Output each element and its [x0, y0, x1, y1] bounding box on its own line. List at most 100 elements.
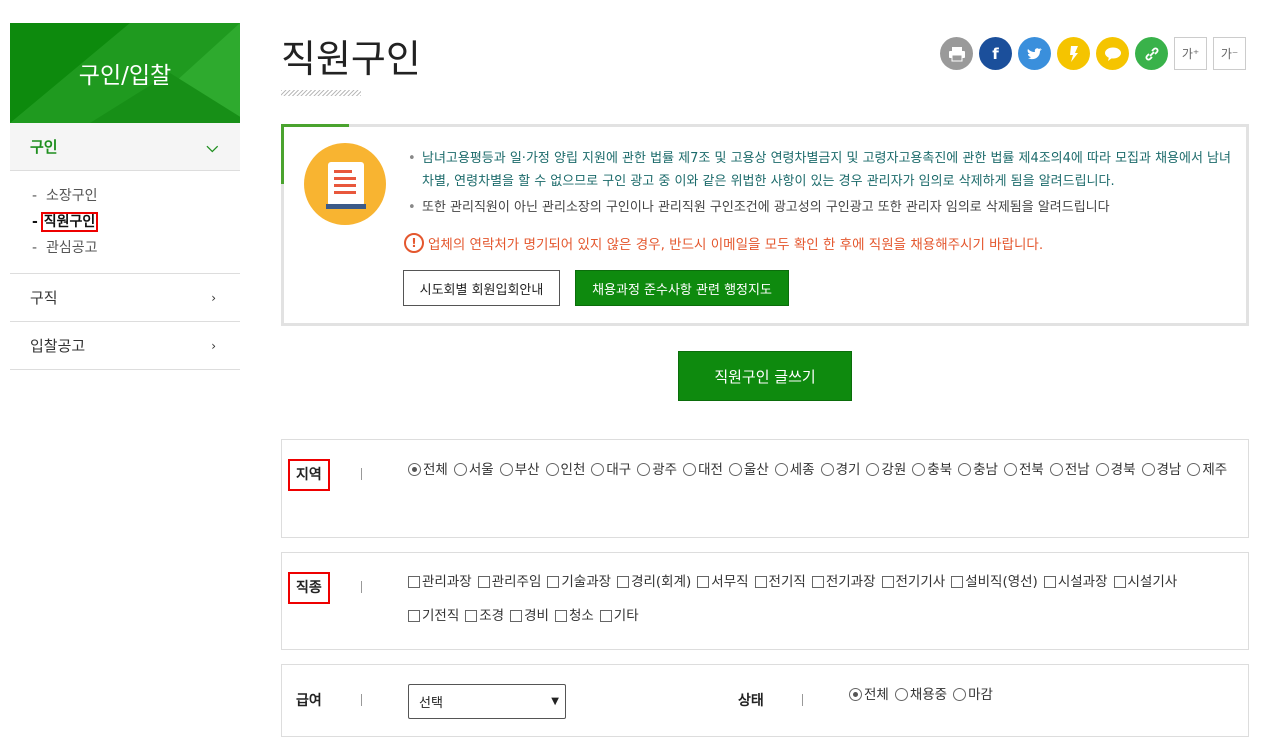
submenu-item-sojang[interactable]: - 소장구인 [32, 183, 240, 209]
radio-button[interactable] [591, 463, 605, 476]
region-option[interactable]: 강원 [866, 453, 906, 487]
region-option[interactable]: 전체 [408, 453, 448, 487]
checkbox[interactable] [1113, 576, 1126, 588]
chevron-right-icon: › [211, 338, 216, 353]
radio-button[interactable] [499, 463, 513, 476]
submenu-item-gwansim[interactable]: - 관심공고 [32, 235, 240, 261]
status-option-label: 채용중 [909, 687, 948, 703]
job-option[interactable]: 청소 [554, 599, 594, 633]
radio-button[interactable] [953, 688, 967, 701]
title-underline [281, 90, 361, 96]
radio-button[interactable] [958, 463, 972, 476]
checkbox[interactable] [599, 610, 612, 622]
radio-button[interactable] [1187, 463, 1201, 476]
radio-button[interactable] [1003, 463, 1017, 476]
radio-button[interactable] [820, 463, 834, 476]
region-option[interactable]: 전남 [1049, 453, 1090, 487]
checkbox[interactable] [408, 576, 420, 588]
region-option[interactable]: 경남 [1141, 453, 1181, 487]
checkbox[interactable] [477, 576, 490, 588]
link-icon[interactable] [1135, 37, 1168, 70]
job-option[interactable]: 시설기사 [1113, 565, 1177, 599]
checkbox[interactable] [408, 610, 420, 622]
radio-button[interactable] [1095, 463, 1109, 476]
region-option[interactable]: 부산 [499, 453, 540, 487]
checkbox[interactable] [1043, 576, 1056, 588]
radio-button[interactable] [912, 463, 926, 476]
region-option[interactable]: 경북 [1095, 453, 1136, 487]
status-option[interactable]: 채용중 [894, 678, 948, 712]
radio-button[interactable] [637, 463, 651, 476]
region-option[interactable]: 충남 [958, 453, 998, 487]
sidebar-item-guin[interactable]: 구인 ⌵ [10, 123, 240, 171]
region-option[interactable]: 인천 [545, 453, 585, 487]
radio-button[interactable] [1049, 463, 1063, 476]
job-option[interactable]: 서무직 [697, 565, 749, 599]
kakaotalk-icon[interactable] [1096, 37, 1129, 70]
radio-button[interactable] [683, 463, 697, 476]
radio-button[interactable] [866, 463, 880, 476]
submenu-item-jikwon[interactable]: - 직원구인 [32, 209, 240, 235]
checkbox[interactable] [754, 576, 767, 588]
checkbox[interactable] [510, 610, 523, 622]
radio-button[interactable] [774, 463, 788, 476]
status-label: 상태 [738, 693, 764, 709]
sidebar-item-bid[interactable]: 입찰공고 › [10, 322, 240, 370]
font-decrease-button[interactable]: 가⁻ [1213, 37, 1246, 70]
twitter-icon[interactable] [1018, 37, 1051, 70]
region-option[interactable]: 서울 [453, 453, 494, 487]
job-option[interactable]: 관리과장 [408, 565, 472, 599]
print-icon[interactable] [940, 37, 973, 70]
region-option[interactable]: 제주 [1187, 453, 1227, 487]
status-option[interactable]: 마감 [953, 678, 993, 712]
radio-button[interactable] [894, 688, 908, 701]
region-option[interactable]: 광주 [637, 453, 677, 487]
radio-button[interactable] [545, 463, 559, 476]
region-option[interactable]: 세종 [774, 453, 815, 487]
region-option[interactable]: 경기 [820, 453, 860, 487]
checkbox[interactable] [697, 576, 710, 588]
checkbox[interactable] [951, 576, 964, 588]
region-option[interactable]: 충북 [912, 453, 952, 487]
facebook-icon[interactable]: f [979, 37, 1012, 70]
radio-button[interactable] [408, 463, 421, 476]
write-post-button[interactable]: 직원구인 글쓰기 [678, 351, 852, 401]
checkbox[interactable] [465, 610, 478, 622]
job-option[interactable]: 전기기사 [881, 565, 945, 599]
checkbox[interactable] [547, 576, 560, 588]
status-option[interactable]: 전체 [849, 678, 889, 712]
job-option-label: 기타 [613, 608, 639, 624]
membership-guide-button[interactable]: 시도회별 회원입회안내 [403, 270, 560, 306]
job-option[interactable]: 기전직 [408, 599, 459, 633]
radio-button[interactable] [849, 688, 862, 701]
checkbox[interactable] [811, 576, 824, 588]
radio-button[interactable] [1141, 463, 1155, 476]
checkbox[interactable] [881, 576, 894, 588]
region-option[interactable]: 대전 [683, 453, 723, 487]
admin-guidance-button[interactable]: 채용과정 준수사항 관련 행정지도 [575, 270, 789, 306]
checkbox[interactable] [617, 576, 630, 588]
job-option[interactable]: 경리(회계) [617, 565, 691, 599]
job-option[interactable]: 설비직(영선) [951, 565, 1038, 599]
radio-button[interactable] [728, 463, 742, 476]
job-option[interactable]: 시설과장 [1043, 565, 1108, 599]
font-increase-button[interactable]: 가⁺ [1174, 37, 1207, 70]
kakaostory-icon[interactable] [1057, 37, 1090, 70]
sidebar: 구인/입찰 구인 ⌵ - 소장구인 - 직원구인 - 관심공고 구직 › 입찰공… [10, 23, 240, 370]
checkbox[interactable] [554, 610, 567, 622]
job-option-label: 서무직 [711, 574, 749, 590]
job-option[interactable]: 기타 [599, 599, 639, 633]
radio-button[interactable] [453, 463, 467, 476]
job-option[interactable]: 전기직 [754, 565, 806, 599]
job-option[interactable]: 관리주임 [477, 565, 541, 599]
region-option[interactable]: 울산 [728, 453, 769, 487]
job-option[interactable]: 조경 [465, 599, 504, 633]
region-option[interactable]: 대구 [591, 453, 631, 487]
salary-select[interactable]: 선택 ▼ [408, 684, 566, 719]
sidebar-item-gujik[interactable]: 구직 › [10, 274, 240, 322]
job-option[interactable]: 기술과장 [547, 565, 611, 599]
notice-item: 남녀고용평등과 일·가정 양립 지원에 관한 법률 제7조 및 고용상 연령차별… [408, 147, 1238, 193]
job-option[interactable]: 경비 [510, 599, 549, 633]
job-option[interactable]: 전기과장 [811, 565, 876, 599]
region-option[interactable]: 전북 [1003, 453, 1044, 487]
